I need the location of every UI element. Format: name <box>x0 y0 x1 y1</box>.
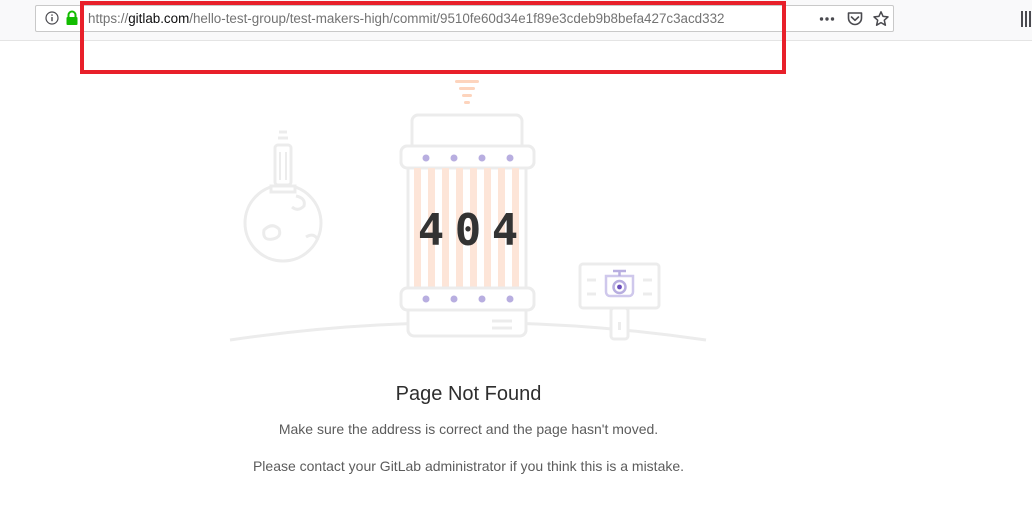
error-code-digit-1: 4 <box>418 205 445 256</box>
planet-icon <box>243 130 323 263</box>
page: https://gitlab.com/hello-test-group/test… <box>0 0 1032 509</box>
error-code: 4 0 4 <box>418 205 519 256</box>
error-code-digit-3: 4 <box>492 205 519 256</box>
error-title: Page Not Found <box>395 383 542 405</box>
error-code-digit-2: 0 <box>455 205 482 256</box>
error-message-address: Make sure the address is correct and the… <box>278 421 659 437</box>
error-message-contact: Please contact your GitLab administrator… <box>252 458 685 474</box>
signal-icon <box>455 80 479 104</box>
